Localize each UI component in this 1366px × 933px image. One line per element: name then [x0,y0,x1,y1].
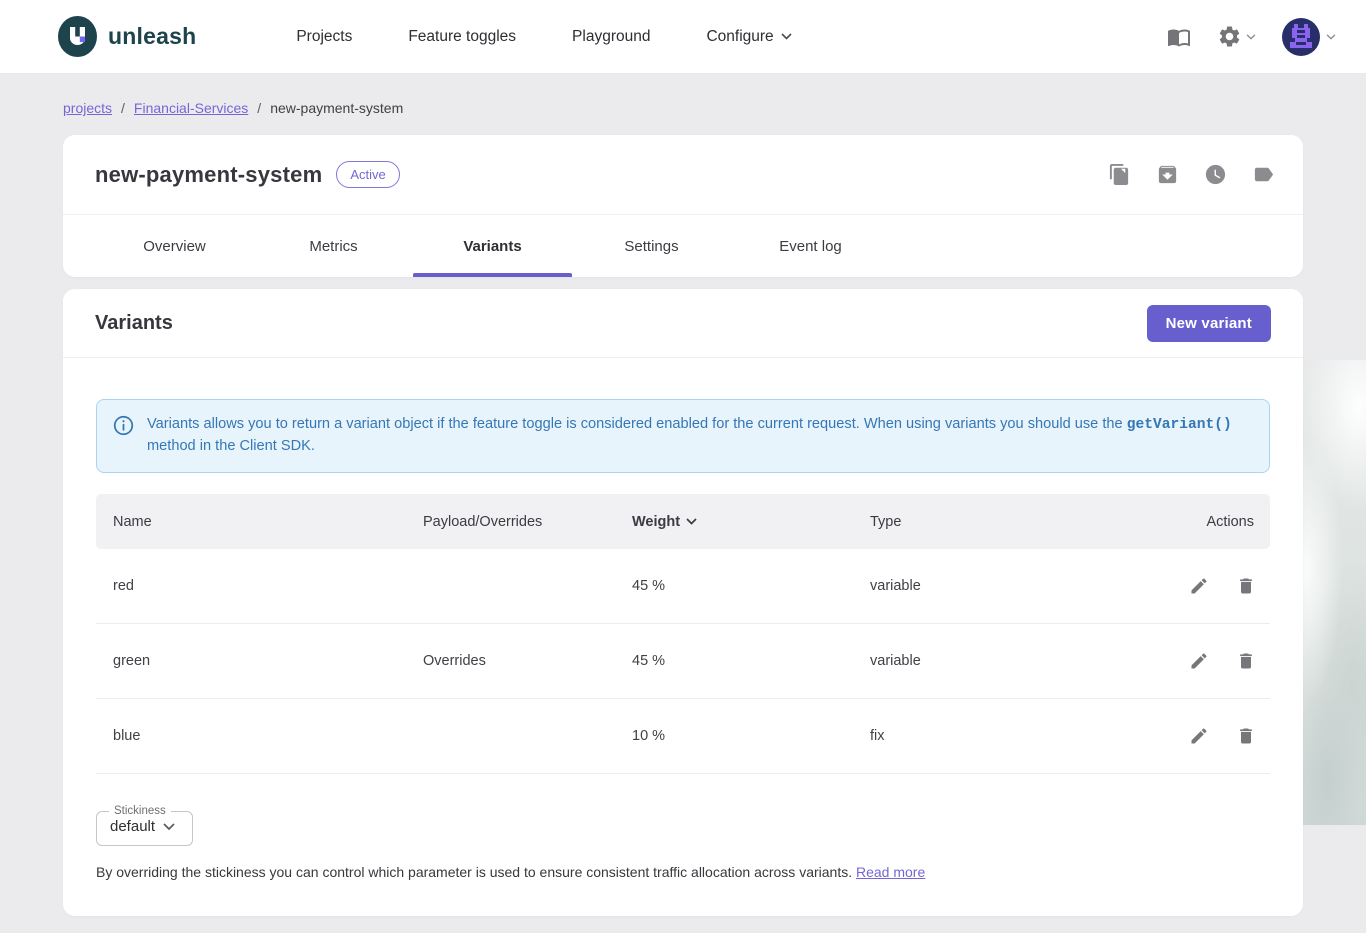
edit-variant-icon[interactable] [1189,651,1209,671]
chevron-down-icon [1326,34,1336,40]
user-menu[interactable] [1282,18,1336,56]
delete-variant-icon[interactable] [1236,576,1256,596]
tab-settings[interactable]: Settings [572,215,731,277]
edit-variant-icon[interactable] [1189,726,1209,746]
column-weight-sort[interactable]: Weight [615,514,853,530]
column-payload: Payload/Overrides [406,514,615,530]
variants-info-alert: Variants allows you to return a variant … [96,399,1270,473]
variant-name: blue [96,728,406,744]
stickiness-value: default [110,818,155,835]
sort-chevron-down-icon [686,518,697,525]
column-name: Name [96,514,406,530]
column-type: Type [853,514,1120,530]
edit-variant-icon[interactable] [1189,576,1209,596]
chevron-down-icon [163,823,175,831]
table-row: green Overrides 45 % variable [96,624,1270,699]
alert-code: getVariant() [1127,417,1232,433]
documentation-icon[interactable] [1167,25,1191,49]
decorative-background-texture [1300,360,1366,825]
archive-feature-icon[interactable] [1156,163,1179,186]
feature-header-card: new-payment-system Active Overview Metri… [63,135,1303,277]
stickiness-select[interactable]: Stickiness default [96,805,193,846]
variant-actions [1120,651,1270,671]
status-badge: Active [336,161,399,188]
brand-name: unleash [108,23,196,50]
nav-projects[interactable]: Projects [296,28,352,46]
variants-panel-header: Variants New variant [63,289,1303,358]
variant-name: green [96,653,406,669]
alert-text: Variants allows you to return a variant … [147,414,1253,457]
variants-panel: Variants New variant Variants allows you… [63,289,1303,916]
variant-type: fix [853,728,1120,744]
new-variant-button[interactable]: New variant [1147,305,1271,342]
info-icon [113,415,134,457]
copy-feature-icon[interactable] [1108,163,1131,186]
breadcrumb: projects / Financial-Services / new-paym… [0,74,1366,116]
avatar [1282,18,1320,56]
settings-menu[interactable] [1217,24,1256,49]
variants-table-body: red 45 % variable [96,549,1270,774]
tab-overview[interactable]: Overview [95,215,254,277]
delete-variant-icon[interactable] [1236,726,1256,746]
unleash-logo[interactable]: unleash [57,16,196,57]
tab-event-log[interactable]: Event log [731,215,890,277]
feature-header: new-payment-system Active [63,135,1303,215]
stickiness-label: Stickiness [109,805,171,817]
variant-actions [1120,726,1270,746]
panel-title: Variants [95,312,173,335]
unleash-logo-icon [57,16,98,57]
alert-text-before: Variants allows you to return a variant … [147,416,1127,432]
variant-name: red [96,578,406,594]
topbar-right [1167,18,1336,56]
alert-text-after: method in the Client SDK. [147,438,315,454]
nav-configure[interactable]: Configure [706,28,791,46]
feature-title: new-payment-system [95,162,322,188]
gear-icon [1217,24,1242,49]
stickiness-helper-text: By overriding the stickiness you can con… [96,864,1270,880]
column-weight-label: Weight [632,514,680,530]
history-clock-icon[interactable] [1204,163,1227,186]
tab-variants[interactable]: Variants [413,215,572,277]
main-nav: Projects Feature toggles Playground Conf… [296,28,791,46]
feature-actions [1108,163,1275,186]
variants-panel-body: Variants allows you to return a variant … [63,358,1303,880]
variants-table: Name Payload/Overrides Weight Type Actio… [96,494,1270,774]
read-more-link[interactable]: Read more [856,864,925,880]
nav-feature-toggles[interactable]: Feature toggles [408,28,516,46]
breadcrumb-separator: / [121,100,125,116]
breadcrumb-projects[interactable]: projects [63,100,112,116]
stickiness-helper-body: By overriding the stickiness you can con… [96,864,856,880]
stickiness-wrap: Stickiness default [96,805,1270,846]
variant-payload: Overrides [406,653,615,669]
chevron-down-icon [1246,34,1256,40]
variant-actions [1120,576,1270,596]
variants-table-header: Name Payload/Overrides Weight Type Actio… [96,494,1270,549]
tag-icon[interactable] [1252,163,1275,186]
nav-playground[interactable]: Playground [572,28,650,46]
table-row: red 45 % variable [96,549,1270,624]
table-row: blue 10 % fix [96,699,1270,774]
breadcrumb-project[interactable]: Financial-Services [134,100,248,116]
variant-weight: 45 % [615,653,853,669]
tab-metrics[interactable]: Metrics [254,215,413,277]
variant-weight: 10 % [615,728,853,744]
top-navigation-bar: unleash Projects Feature toggles Playgro… [0,0,1366,74]
variant-weight: 45 % [615,578,853,594]
breadcrumb-current: new-payment-system [270,100,403,116]
variant-type: variable [853,578,1120,594]
column-actions: Actions [1120,514,1270,530]
breadcrumb-separator: / [257,100,261,116]
delete-variant-icon[interactable] [1236,651,1256,671]
variant-type: variable [853,653,1120,669]
feature-tabs: Overview Metrics Variants Settings Event… [63,215,1303,277]
nav-configure-label: Configure [706,28,773,46]
chevron-down-icon [781,33,792,40]
